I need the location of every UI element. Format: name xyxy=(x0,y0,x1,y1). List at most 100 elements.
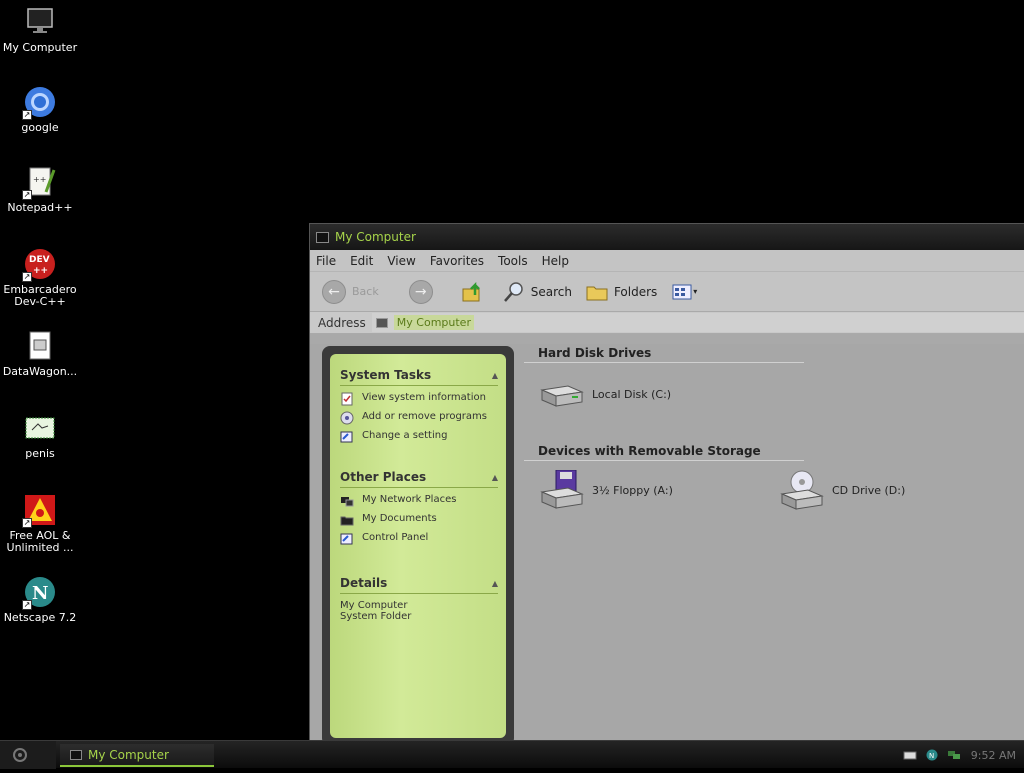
other-places-header[interactable]: Other Places ▲ xyxy=(340,470,498,488)
task-label: View system information xyxy=(362,392,486,403)
toolbar: ← Back → Search Folders ▾ xyxy=(310,272,1024,312)
network-icon xyxy=(341,497,354,507)
start-button[interactable] xyxy=(0,741,56,769)
drive-local-disk-c[interactable]: Local Disk (C:) xyxy=(538,374,671,414)
search-button[interactable]: Search xyxy=(503,281,572,303)
drive-cd-d[interactable]: CD Drive (D:) xyxy=(778,470,905,510)
drive-label: Local Disk (C:) xyxy=(592,387,672,401)
image-file-icon xyxy=(24,412,56,444)
start-gear-icon xyxy=(13,748,27,762)
cd-drive-icon xyxy=(780,470,824,510)
desktop-icon-label: Free AOL & Unlimited ... xyxy=(6,529,74,554)
computer-icon xyxy=(375,317,388,328)
taskbar-my-computer-button[interactable]: My Computer xyxy=(60,744,214,767)
drive-label: CD Drive (D:) xyxy=(832,483,906,497)
details-header[interactable]: Details ▲ xyxy=(340,576,498,594)
drives-pane: Hard Disk Drives Local Disk (C:) Devices… xyxy=(524,344,1024,744)
window-title: My Computer xyxy=(335,230,416,244)
chevron-down-icon: ▾ xyxy=(693,287,698,296)
taskbar-button-label: My Computer xyxy=(88,747,169,762)
search-label: Search xyxy=(530,284,572,299)
place-label: My Documents xyxy=(362,513,437,524)
drive-label: 3½ Floppy (A:) xyxy=(592,483,673,497)
desktop-icon-netscape[interactable]: N ↗ Netscape 7.2 xyxy=(0,576,80,624)
shortcut-arrow-icon: ↗ xyxy=(22,272,32,282)
menu-tools[interactable]: Tools xyxy=(498,254,528,268)
hard-disk-drives-header: Hard Disk Drives xyxy=(524,344,804,363)
task-label: Add or remove programs xyxy=(362,411,487,422)
netscape-tray-icon[interactable]: N xyxy=(925,749,939,761)
place-my-network-places[interactable]: My Network Places xyxy=(340,494,498,508)
details-name: My Computer xyxy=(340,600,408,611)
task-change-setting[interactable]: Change a setting xyxy=(340,430,498,444)
my-computer-window: My Computer File Edit View Favorites Too… xyxy=(309,223,1024,746)
place-label: Control Panel xyxy=(362,532,429,543)
document-icon xyxy=(24,330,56,362)
arrow-left-icon: ← xyxy=(328,283,340,300)
desktop-icon-aol[interactable]: ↗ Free AOL & Unlimited ... xyxy=(0,494,80,554)
devcpp-icon: DEV ++ ↗ xyxy=(22,248,56,282)
folder-icon xyxy=(586,286,608,300)
desktop-icon-label: DataWagon... xyxy=(2,365,78,378)
shortcut-arrow-icon: ↗ xyxy=(22,600,32,610)
collapse-icon[interactable]: ▲ xyxy=(492,579,498,588)
details-section: Details ▲ My Computer System Folder xyxy=(340,576,498,622)
desktop-icon-notepadpp[interactable]: ++ ↗ Notepad++ xyxy=(0,166,80,214)
desktop-icon-label: Notepad++ xyxy=(7,201,73,214)
desktop-icon-devcpp[interactable]: DEV ++ ↗ Embarcadero Dev-C++ xyxy=(0,248,80,308)
desktop-icon-penis[interactable]: penis xyxy=(0,412,80,460)
keyboard-icon[interactable] xyxy=(903,749,917,761)
menu-edit[interactable]: Edit xyxy=(350,254,373,268)
address-field[interactable]: My Computer xyxy=(371,313,1024,332)
desktop-icon-my-computer[interactable]: My Computer xyxy=(0,6,80,54)
forward-button[interactable]: → xyxy=(408,279,433,304)
menu-favorites[interactable]: Favorites xyxy=(430,254,484,268)
shortcut-arrow-icon: ↗ xyxy=(22,518,32,528)
hard-disk-icon xyxy=(540,385,584,407)
address-value: My Computer xyxy=(393,315,474,330)
details-type: System Folder xyxy=(340,611,412,622)
control-panel-icon xyxy=(340,431,353,443)
desktop-icon-google[interactable]: ↗ google xyxy=(0,86,80,134)
floppy-drive-icon xyxy=(540,470,584,509)
network-tray-icon[interactable] xyxy=(947,749,961,761)
window-titlebar[interactable]: My Computer xyxy=(310,224,1024,250)
system-tasks-section: System Tasks ▲ View system information A… xyxy=(340,368,498,444)
system-info-icon xyxy=(341,392,353,406)
task-add-remove-programs[interactable]: Add or remove programs xyxy=(340,411,498,425)
svg-text:++: ++ xyxy=(33,266,48,276)
aol-icon: ↗ xyxy=(22,494,56,528)
menu-bar: File Edit View Favorites Tools Help xyxy=(310,250,1024,272)
desktop-icon-datawagon[interactable]: DataWagon... xyxy=(0,330,80,378)
desktop-icon-label: google xyxy=(21,121,59,134)
views-button[interactable]: ▾ xyxy=(671,281,697,303)
desktop-icon-label: penis xyxy=(25,447,55,460)
task-view-system-info[interactable]: View system information xyxy=(340,392,498,406)
computer-icon xyxy=(24,6,56,38)
system-tasks-title: System Tasks xyxy=(340,368,432,382)
menu-file[interactable]: File xyxy=(316,254,336,268)
back-button[interactable]: ← xyxy=(322,279,346,304)
menu-view[interactable]: View xyxy=(387,254,415,268)
system-tray: N 9:52 AM xyxy=(895,741,1024,769)
removable-storage-header: Devices with Removable Storage xyxy=(524,442,804,461)
place-control-panel[interactable]: Control Panel xyxy=(340,532,498,546)
shortcut-arrow-icon: ↗ xyxy=(22,190,32,200)
drive-floppy-a[interactable]: 3½ Floppy (A:) xyxy=(538,470,673,510)
up-folder-button[interactable] xyxy=(461,281,489,303)
clock[interactable]: 9:52 AM xyxy=(971,749,1016,762)
window-computer-icon xyxy=(316,231,329,243)
system-tasks-header[interactable]: System Tasks ▲ xyxy=(340,368,498,386)
shortcut-arrow-icon: ↗ xyxy=(22,110,32,120)
up-folder-icon xyxy=(462,281,480,301)
notepad-icon: ++ ↗ xyxy=(22,166,56,200)
folders-label: Folders xyxy=(613,284,658,299)
task-label: Change a setting xyxy=(362,430,448,441)
details-title: Details xyxy=(340,576,388,590)
collapse-icon[interactable]: ▲ xyxy=(492,473,498,482)
collapse-icon[interactable]: ▲ xyxy=(492,371,498,380)
menu-help[interactable]: Help xyxy=(542,254,569,268)
place-my-documents[interactable]: My Documents xyxy=(340,513,498,527)
folders-button[interactable]: Folders xyxy=(586,281,657,303)
add-remove-icon xyxy=(340,411,354,425)
